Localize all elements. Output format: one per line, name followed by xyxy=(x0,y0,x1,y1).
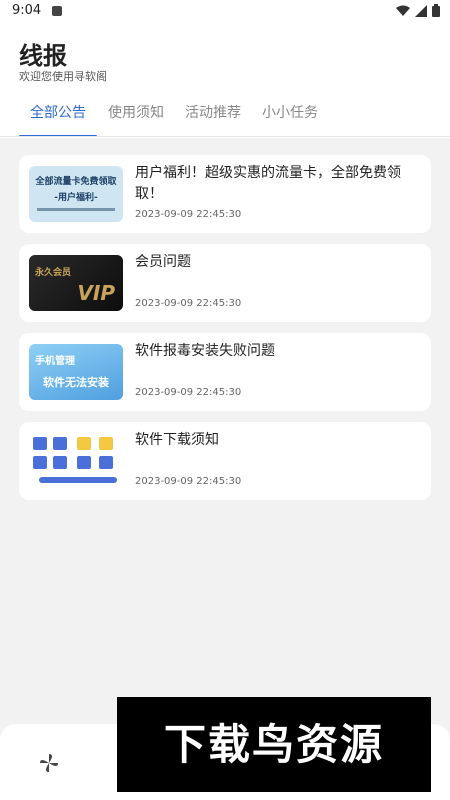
post-thumbnail: 手机管理 软件无法安装 xyxy=(29,344,123,400)
tab-usage-notes[interactable]: 使用须知 xyxy=(107,100,165,138)
thumb-caption: 手机管理 xyxy=(35,356,75,367)
signal-icon xyxy=(415,4,427,17)
post-card[interactable]: 手机管理 软件无法安装 软件报毒安装失败问题 2023-09-09 22:45:… xyxy=(19,333,431,411)
page-subtitle: 欢迎您使用寻软阁 xyxy=(19,70,107,83)
status-bar: 9:04 xyxy=(0,0,450,24)
post-list: 全部流量卡免费领取 -用户福利- 用户福利！超级实惠的流量卡，全部免费领取！ 2… xyxy=(19,155,431,511)
watermark-banner: 下载鸟资源 xyxy=(117,697,431,792)
battery-icon xyxy=(432,4,440,17)
tab-divider xyxy=(0,136,450,137)
app-grid-illustration xyxy=(33,437,117,483)
thumb-line xyxy=(37,208,115,211)
tab-small-tasks[interactable]: 小小任务 xyxy=(261,100,319,138)
pinwheel-icon[interactable] xyxy=(38,752,60,778)
tab-label: 使用须知 xyxy=(108,105,164,121)
post-thumbnail: 全部流量卡免费领取 -用户福利- xyxy=(29,166,123,222)
thumb-caption: 全部流量卡免费领取 xyxy=(35,177,117,187)
post-title: 会员问题 xyxy=(135,254,191,270)
post-thumbnail: 永久会员 VIP xyxy=(29,255,123,311)
post-date: 2023-09-09 22:45:30 xyxy=(135,298,242,309)
status-time: 9:04 xyxy=(12,3,42,18)
post-date: 2023-09-09 22:45:30 xyxy=(135,476,242,487)
post-date: 2023-09-09 22:45:30 xyxy=(135,209,242,220)
post-title: 软件报毒安装失败问题 xyxy=(135,343,275,359)
wifi-icon xyxy=(396,5,410,16)
post-thumbnail xyxy=(29,433,123,489)
post-title: 用户福利！超级实惠的流量卡，全部免费领取！ xyxy=(135,165,401,202)
post-card[interactable]: 全部流量卡免费领取 -用户福利- 用户福利！超级实惠的流量卡，全部免费领取！ 2… xyxy=(19,155,431,233)
notification-icon xyxy=(52,6,62,16)
tab-label: 活动推荐 xyxy=(185,105,241,121)
status-icons xyxy=(396,4,440,17)
post-title: 软件下载须知 xyxy=(135,432,219,448)
tab-all-announcements[interactable]: 全部公告 xyxy=(19,100,97,138)
page-title: 线报 xyxy=(19,42,67,70)
tab-activity-recommend[interactable]: 活动推荐 xyxy=(184,100,242,138)
tab-label: 全部公告 xyxy=(30,105,86,121)
thumb-vip: VIP xyxy=(77,281,115,305)
thumb-caption: 永久会员 xyxy=(35,268,72,278)
tab-label: 小小任务 xyxy=(262,105,318,121)
header: 线报 欢迎您使用寻软阁 全部公告 使用须知 活动推荐 小小任务 xyxy=(0,24,450,138)
tab-bar: 全部公告 使用须知 活动推荐 小小任务 xyxy=(0,100,450,138)
post-card[interactable]: 永久会员 VIP 会员问题 2023-09-09 22:45:30 xyxy=(19,244,431,322)
post-card[interactable]: 软件下载须知 2023-09-09 22:45:30 xyxy=(19,422,431,500)
thumb-caption: -用户福利- xyxy=(54,193,98,203)
post-date: 2023-09-09 22:45:30 xyxy=(135,387,242,398)
thumb-caption: 软件无法安装 xyxy=(43,376,109,389)
